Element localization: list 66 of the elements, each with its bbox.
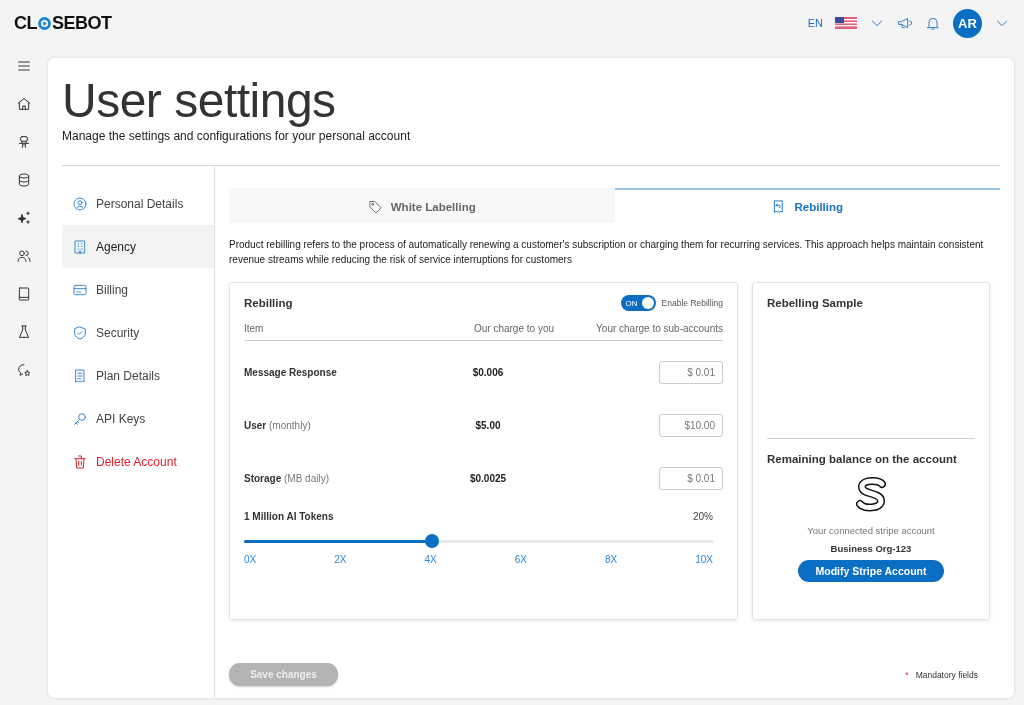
balance-title: Remaining balance on the account <box>767 453 957 465</box>
tag-icon <box>367 199 383 214</box>
page-title: User settings <box>62 73 337 129</box>
nav-item[interactable]: Security <box>62 311 214 354</box>
flask-icon[interactable] <box>16 324 32 340</box>
tick-label: 6X <box>514 554 527 565</box>
charge-value: $5.00 <box>474 420 502 431</box>
slider-reading: 20% <box>693 511 713 522</box>
charge-value: $0.0025 <box>468 473 508 484</box>
tick-label: 2X <box>334 554 347 565</box>
mandatory-note: Mandatory fields <box>915 669 978 680</box>
account-name: Business Org-123 <box>830 543 912 554</box>
page-subtitle: Manage the settings and configurations for your personal account <box>62 129 412 143</box>
tick-label: 10X <box>695 554 713 565</box>
nav-item[interactable]: Personal Details <box>62 182 214 225</box>
bell-icon[interactable] <box>925 15 941 31</box>
card-title: Rebelling Sample <box>767 297 863 309</box>
trash-icon <box>72 453 88 470</box>
required-mark: * <box>905 669 909 680</box>
toggle-label: Enable Rebilling <box>661 298 723 308</box>
item-name: Storage (MB daily) <box>244 473 331 484</box>
megaphone-icon[interactable] <box>897 15 913 31</box>
home-icon[interactable] <box>16 96 32 112</box>
database-icon[interactable] <box>16 172 32 188</box>
charge-value: $0.006 <box>471 367 505 378</box>
tick-label: 0X <box>244 554 257 565</box>
building-icon <box>72 238 88 255</box>
description-text: Product rebilling refers to the process of automatically renewing a customer's subscription or charging them for recurring services. This approach helps maintain consistent revenue streams while reducing the risk of service interruptions for customers <box>229 238 985 267</box>
modify-stripe-button[interactable]: Modify Stripe Account <box>798 560 944 582</box>
price-field[interactable]: $10.00 <box>659 414 723 437</box>
avatar[interactable]: AR <box>953 8 982 38</box>
sparkle-icon[interactable] <box>16 210 32 226</box>
toggle-switch[interactable]: ON <box>620 295 656 311</box>
receipt-icon <box>72 367 88 384</box>
logo-text: CL <box>14 12 37 34</box>
tab[interactable]: White Labelling <box>229 188 615 223</box>
book-icon[interactable] <box>16 286 32 302</box>
tick-label: 4X <box>424 554 437 565</box>
nav-item[interactable]: Billing <box>62 268 214 311</box>
stripe-s-icon <box>856 475 886 513</box>
language-code[interactable]: EN <box>807 17 823 29</box>
key-icon <box>72 410 88 427</box>
nav-item[interactable]: Agency <box>62 225 214 268</box>
logo-text: SEBOT <box>52 12 112 34</box>
item-name: User (monthly) <box>244 420 312 431</box>
stripe-caption: Your connected stripe account <box>807 525 935 536</box>
chat-star-icon[interactable] <box>16 362 32 378</box>
column-header: Your charge to sub-accounts <box>595 323 723 334</box>
tick-label: 8X <box>604 554 618 565</box>
slider-thumb[interactable] <box>424 534 439 548</box>
column-header: Item <box>244 323 265 334</box>
nav-item[interactable]: API Keys <box>62 397 214 440</box>
menu-icon[interactable] <box>16 58 32 74</box>
price-field[interactable]: $ 0.01 <box>659 467 723 490</box>
nav-item[interactable]: Delete Account <box>62 440 214 483</box>
flag-icon[interactable] <box>835 17 857 29</box>
card-title: Rebilling <box>244 297 293 309</box>
price-field[interactable]: $ 0.01 <box>659 361 723 384</box>
users-icon[interactable] <box>16 248 32 264</box>
column-header: Our charge to you <box>472 323 555 334</box>
shield-check-icon <box>72 324 88 341</box>
item-name: Message Response <box>244 367 338 378</box>
user-circle-icon <box>72 195 88 212</box>
slider-label: 1 Million AI Tokens <box>244 511 334 522</box>
logo-ring-icon <box>37 15 52 31</box>
nav-item[interactable]: Plan Details <box>62 354 214 397</box>
